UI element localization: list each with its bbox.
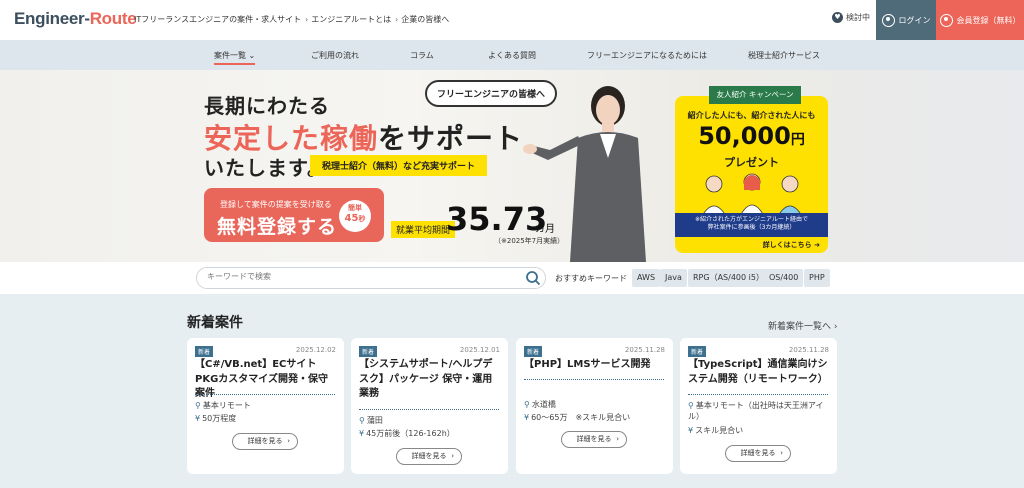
campaign-flag: 友人紹介 キャンペーン — [709, 86, 801, 104]
keyword-tag[interactable]: RPG（AS/400 i5） — [688, 269, 769, 287]
avg-period-note: （※2025年7月実績） — [494, 237, 565, 245]
job-price: ¥ スキル見合い — [688, 426, 744, 435]
cta-label: 無料登録する — [217, 216, 338, 238]
referral-campaign-banner[interactable]: 友人紹介 キャンペーン 紹介した人にも、紹介された人にも 50,000円 プレゼ… — [675, 86, 828, 253]
hero-banner: 長期にわたる 安定した稼働をサポート いたします。 フリーエンジニアの皆様へ 税… — [0, 70, 1024, 262]
user-add-icon — [939, 13, 953, 27]
global-nav: 案件一覧 ⌄ ご利用の流れ コラム よくある質問 フリーエンジニアになるためには… — [0, 40, 1024, 70]
campaign-note: ※紹介された方がエンジニアルート経由で 弊社案件に参画後（3カ月継続） — [675, 213, 828, 237]
details-button[interactable]: 詳細を見る › — [232, 433, 298, 450]
chevron-right-icon: › — [451, 452, 454, 460]
divider — [195, 394, 335, 395]
map-pin-icon: ⚲ — [359, 416, 365, 425]
map-pin-icon: ⚲ — [524, 400, 530, 409]
job-card[interactable]: 新着 2025.12.02 【C#/VB.net】ECサイトPKGカスタマイズ開… — [187, 338, 344, 474]
avg-period-value: 35.73 — [446, 200, 548, 238]
chevron-right-icon: › — [395, 15, 399, 24]
register-button[interactable]: 会員登録（無料） — [936, 0, 1024, 40]
people-illustration — [701, 173, 803, 216]
job-date: 2025.11.28 — [624, 346, 665, 354]
chevron-right-icon: › — [616, 435, 619, 443]
user-icon — [881, 13, 895, 27]
money-icon: ¥ — [688, 426, 694, 435]
chevron-right-icon: › — [287, 437, 290, 445]
job-card[interactable]: 新着 2025.11.28 【PHP】LMSサービス開発 ⚲ 水道橋 ¥60〜65… — [516, 338, 673, 474]
corporate-link[interactable]: › 企業の皆様へ — [395, 14, 449, 25]
job-price: ¥45万前後（126-162h） — [359, 429, 455, 438]
new-listings-section: 新着案件 新着案件一覧へ › 新着 2025.12.02 【C#/VB.net】… — [0, 294, 1024, 488]
divider — [524, 379, 664, 380]
keyword-tag[interactable]: PHP — [804, 269, 830, 287]
search-icon[interactable] — [525, 270, 541, 286]
favorites-link[interactable]: ♥ 検討中 — [832, 12, 870, 23]
new-badge: 新着 — [524, 346, 543, 357]
nav-item-become-freelance[interactable]: フリーエンジニアになるためには — [587, 50, 707, 61]
new-badge: 新着 — [688, 346, 707, 357]
nav-item-faq[interactable]: よくある質問 — [488, 50, 536, 61]
heart-icon: ♥ — [832, 12, 843, 23]
about-link[interactable]: › エンジニアルートとは — [305, 14, 391, 25]
campaign-amount: 50,000円 — [698, 122, 805, 150]
job-title[interactable]: 【TypeScript】通信業向けシステム開発（リモートワーク） — [688, 358, 830, 387]
map-pin-icon: ⚲ — [688, 401, 694, 410]
details-button[interactable]: 詳細を見る › — [396, 448, 462, 465]
hero-heading-line2: 安定した稼働をサポート — [204, 122, 524, 155]
money-icon: ¥ — [195, 414, 201, 423]
cta-time-badge: 簡単 45秒 — [339, 200, 371, 232]
campaign-present: プレゼント — [724, 156, 779, 169]
job-date: 2025.11.28 — [788, 346, 829, 354]
site-header: Engineer-Route ITフリーランスエンジニアの案件・求人サイト › エ… — [0, 0, 1024, 40]
keyword-tag[interactable]: Java — [660, 269, 687, 287]
campaign-subtitle: 紹介した人にも、紹介された人にも — [687, 111, 816, 120]
section-title: 新着案件 — [187, 315, 243, 331]
hero-heading-line1: 長期にわたる — [204, 94, 330, 118]
divider — [359, 409, 499, 410]
nav-item-jobs[interactable]: 案件一覧 ⌄ — [214, 50, 256, 65]
job-date: 2025.12.01 — [459, 346, 500, 354]
chevron-right-icon: › — [305, 15, 309, 24]
chevron-right-icon: › — [780, 449, 783, 457]
search-bar: おすすめキーワード AWS Java RPG（AS/400 i5） OS/400… — [0, 262, 1024, 294]
money-icon: ¥ — [359, 429, 365, 438]
job-title[interactable]: 【システムサポート/ヘルプデスク】パッケージ 保守・運用業務 — [359, 358, 501, 402]
cta-subtext: 登録して案件の提案を受け取る — [220, 200, 332, 209]
job-date: 2025.12.02 — [295, 346, 336, 354]
job-location: ⚲ 水道橋 — [524, 400, 556, 409]
divider — [688, 394, 828, 395]
free-register-cta[interactable]: 登録して案件の提案を受け取る 無料登録する 簡単 45秒 — [204, 188, 384, 242]
chevron-right-icon: › — [833, 322, 838, 332]
search-input[interactable] — [207, 272, 507, 281]
search-box — [196, 267, 546, 289]
all-listings-link[interactable]: 新着案件一覧へ › — [768, 319, 838, 332]
keyword-label: おすすめキーワード — [555, 274, 627, 283]
money-icon: ¥ — [524, 413, 530, 422]
avg-period-unit: カ月 — [535, 224, 555, 235]
job-location: ⚲ 基本リモート（出社時は天王洲アイル） — [688, 401, 824, 422]
nav-item-tax-accountant[interactable]: 税理士紹介サービス — [748, 50, 820, 61]
job-location: ⚲ 基本リモート — [195, 401, 251, 410]
site-logo[interactable]: Engineer-Route — [14, 9, 137, 29]
job-location: ⚲ 蒲田 — [359, 416, 383, 425]
map-pin-icon: ⚲ — [195, 401, 201, 410]
details-button[interactable]: 詳細を見る › — [725, 445, 791, 462]
tax-support-tag: 税理士紹介（無料）など充実サポート — [310, 155, 488, 176]
job-title[interactable]: 【PHP】LMSサービス開発 — [524, 358, 666, 373]
keyword-tag[interactable]: AWS — [632, 269, 661, 287]
campaign-details-link[interactable]: 詳しくはこちら ➜ — [763, 240, 820, 250]
job-card[interactable]: 新着 2025.11.28 【TypeScript】通信業向けシステム開発（リモ… — [680, 338, 837, 474]
new-badge: 新着 — [359, 346, 378, 357]
arrow-right-icon: ➜ — [814, 241, 820, 249]
job-card[interactable]: 新着 2025.12.01 【システムサポート/ヘルプデスク】パッケージ 保守・… — [351, 338, 508, 474]
nav-item-column[interactable]: コラム — [410, 50, 434, 61]
login-button[interactable]: ログイン — [876, 0, 936, 40]
nav-item-flow[interactable]: ご利用の流れ — [311, 50, 359, 61]
job-price: ¥50万程度 — [195, 414, 237, 423]
details-button[interactable]: 詳細を見る › — [561, 431, 627, 448]
keyword-tag[interactable]: OS/400 — [764, 269, 804, 287]
job-price: ¥60〜65万 ※スキル見合い — [524, 413, 631, 422]
site-tagline: ITフリーランスエンジニアの案件・求人サイト — [134, 15, 302, 24]
new-badge: 新着 — [195, 346, 214, 357]
